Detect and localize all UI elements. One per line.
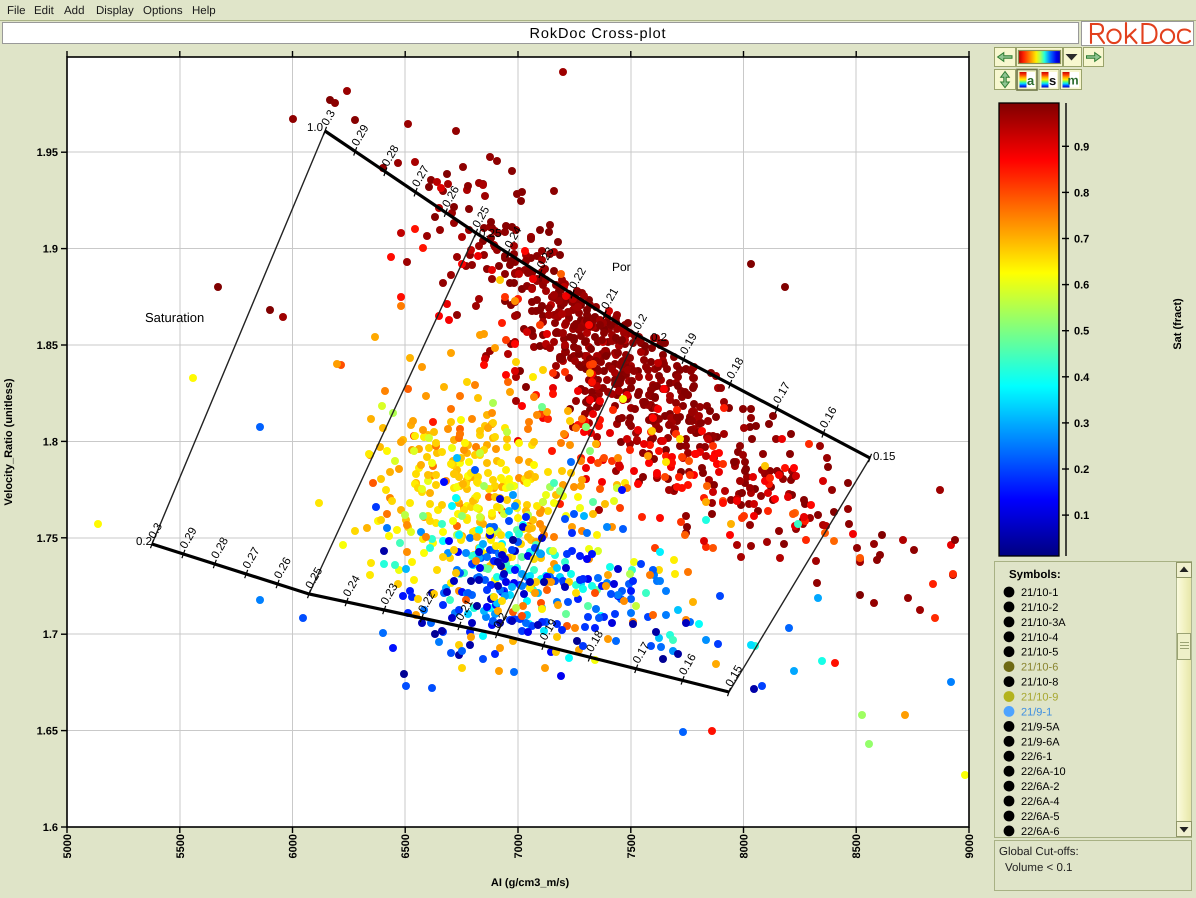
svg-text:21/9-1: 21/9-1 [1021,706,1052,718]
svg-text:21/10-3A: 21/10-3A [1021,617,1066,629]
svg-text:21/10-1: 21/10-1 [1021,587,1058,599]
svg-text:22/6A-2: 22/6A-2 [1021,781,1060,793]
svg-text:21/10-6: 21/10-6 [1021,662,1058,674]
svg-text:22/6-1: 22/6-1 [1021,751,1052,763]
svg-text:1.65: 1.65 [37,726,58,738]
svg-text:5000: 5000 [62,834,74,858]
svg-text:Options: Options [143,5,183,17]
svg-text:0.3: 0.3 [1074,418,1089,430]
svg-text:Sat (fract): Sat (fract) [1172,298,1184,350]
svg-text:m: m [1068,74,1079,88]
svg-text:s: s [1049,73,1056,88]
svg-text:22/6A-4: 22/6A-4 [1021,796,1060,808]
svg-text:22/6A-6: 22/6A-6 [1021,826,1060,838]
svg-text:0.9: 0.9 [1074,141,1089,153]
svg-text:0.2: 0.2 [651,332,667,344]
svg-text:22/6A-10: 22/6A-10 [1021,766,1066,778]
svg-text:Saturation: Saturation [145,310,204,325]
svg-text:Global Cut-offs:: Global Cut-offs: [999,846,1079,858]
svg-text:a: a [1027,73,1035,88]
svg-text:0.1: 0.1 [1074,510,1089,522]
svg-text:RokDoc Cross-plot: RokDoc Cross-plot [530,26,667,42]
svg-text:1.0: 1.0 [307,122,323,134]
svg-text:0.15: 0.15 [873,451,895,463]
svg-text:0.25: 0.25 [479,228,501,240]
svg-text:6500: 6500 [400,834,412,858]
svg-text:Symbols:: Symbols: [1009,569,1061,581]
svg-text:1.8: 1.8 [43,436,58,448]
svg-text:21/9-6A: 21/9-6A [1021,736,1060,748]
svg-text:7500: 7500 [626,834,638,858]
svg-text:Velocity_Ratio (unitless): Velocity_Ratio (unitless) [3,378,15,505]
svg-text:21/10-9: 21/10-9 [1021,692,1058,704]
svg-text:1.9: 1.9 [43,244,58,256]
svg-text:0.2: 0.2 [136,536,152,548]
svg-text:21/10-4: 21/10-4 [1021,632,1058,644]
svg-text:22/6A-5: 22/6A-5 [1021,811,1060,823]
svg-text:8500: 8500 [851,834,863,858]
svg-text:1.95: 1.95 [37,147,58,159]
svg-text:Help: Help [192,5,216,17]
svg-text:Por: Por [612,260,631,274]
svg-text:8000: 8000 [739,834,751,858]
svg-text:1.85: 1.85 [37,340,58,352]
svg-text:Add: Add [64,5,84,17]
svg-text:Edit: Edit [34,5,55,17]
svg-text:0.4: 0.4 [1074,372,1090,384]
svg-text:0.7: 0.7 [1074,234,1089,246]
svg-text:21/9-5A: 21/9-5A [1021,721,1060,733]
svg-text:1.7: 1.7 [43,629,58,641]
svg-text:Display: Display [96,5,134,17]
svg-text:1.6: 1.6 [43,822,58,834]
svg-text:0.6: 0.6 [1074,280,1089,292]
svg-text:0.2: 0.2 [1074,464,1089,476]
svg-text:0.5: 0.5 [1074,326,1089,338]
svg-text:6000: 6000 [288,834,300,858]
svg-text:21/10-8: 21/10-8 [1021,677,1058,689]
svg-text:Volume < 0.1: Volume < 0.1 [1005,862,1072,874]
svg-text:5500: 5500 [175,834,187,858]
svg-text:1.75: 1.75 [37,533,58,545]
svg-text:21/10-5: 21/10-5 [1021,647,1058,659]
svg-text:0.8: 0.8 [1074,187,1089,199]
svg-text:21/10-2: 21/10-2 [1021,602,1058,614]
svg-text:9000: 9000 [964,834,976,858]
svg-text:7000: 7000 [513,834,525,858]
svg-text:AI (g/cm3_m/s): AI (g/cm3_m/s) [491,877,570,889]
svg-text:File: File [7,5,26,17]
